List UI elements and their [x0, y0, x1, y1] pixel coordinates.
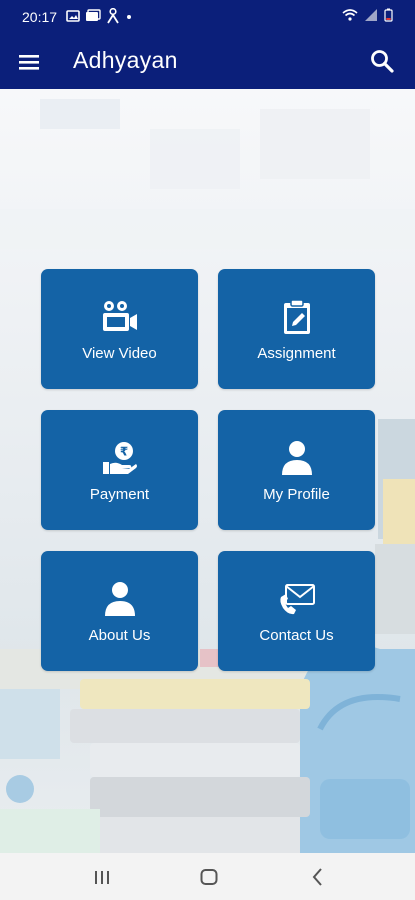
status-system-icons — [342, 8, 393, 22]
person-notification-icon — [107, 8, 119, 24]
user-icon — [104, 582, 135, 616]
my-profile-label: My Profile — [263, 486, 330, 503]
search-icon[interactable] — [369, 48, 395, 74]
svg-text:₹: ₹ — [119, 445, 127, 459]
image-notification-icon — [66, 10, 80, 22]
app-title: Adhyayan — [73, 47, 178, 73]
envelope-phone-icon — [279, 584, 315, 615]
contact-us-label: Contact Us — [259, 627, 334, 644]
signal-icon — [365, 9, 377, 21]
rupee-payment-icon: ₹ — [102, 442, 137, 474]
payment-card[interactable]: ₹ Payment — [41, 410, 198, 530]
view-video-card[interactable]: View Video — [41, 269, 198, 389]
battery-icon — [384, 8, 393, 22]
recent-apps-icon[interactable] — [90, 865, 114, 889]
gallery-notification-icon — [86, 9, 101, 21]
back-icon[interactable] — [306, 865, 330, 889]
user-icon — [281, 441, 312, 475]
home-icon[interactable] — [197, 865, 221, 889]
status-notification-icons — [66, 8, 133, 24]
assignment-label: Assignment — [257, 345, 336, 362]
system-navigation-bar — [0, 853, 415, 900]
contact-us-card[interactable]: Contact Us — [218, 551, 375, 671]
assignment-card[interactable]: Assignment — [218, 269, 375, 389]
payment-label: Payment — [89, 486, 150, 503]
status-time: 20:17 — [22, 9, 58, 25]
status-bar: 20:17 — [0, 0, 415, 34]
clipboard-pencil-icon — [283, 299, 310, 334]
my-profile-card[interactable]: My Profile — [218, 410, 375, 530]
wifi-icon — [342, 9, 358, 21]
about-us-card[interactable]: About Us — [41, 551, 198, 671]
video-camera-icon — [102, 301, 137, 331]
app-bar: Adhyayan — [0, 34, 415, 89]
view-video-label: View Video — [82, 345, 157, 362]
dot-notification-icon — [127, 15, 131, 19]
about-us-label: About Us — [88, 627, 151, 644]
hamburger-menu-icon[interactable] — [17, 50, 41, 74]
